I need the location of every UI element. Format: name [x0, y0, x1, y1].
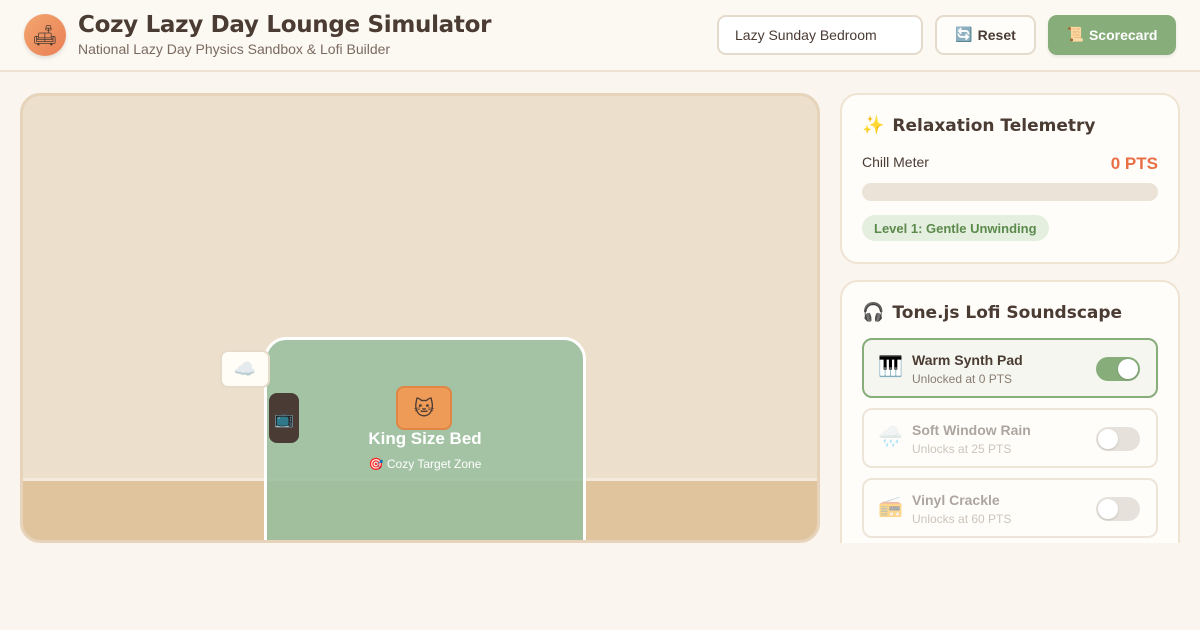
- bed-title: King Size Bed: [368, 429, 482, 448]
- cat-icon[interactable]: 🐱: [396, 386, 452, 430]
- telemetry-title-text: Relaxation Telemetry: [892, 115, 1096, 136]
- toggle-knob: [1118, 359, 1138, 379]
- track-status: Unlocks at 60 PTS: [912, 512, 1012, 526]
- sofa-logo-icon: 🛋: [24, 14, 66, 56]
- scorecard-button[interactable]: 📜 Scorecard: [1048, 15, 1176, 55]
- toggle-knob: [1098, 499, 1118, 519]
- rain-cloud-icon: 🌧️: [878, 424, 903, 448]
- relaxation-telemetry-card: ✨ Relaxation Telemetry Chill Meter 0 PTS…: [840, 93, 1180, 264]
- scene-select[interactable]: Lazy Sunday Bedroom: [717, 15, 923, 55]
- physics-stage[interactable]: 🐱 King Size Bed 🎯 Cozy Target Zone ☁️ 📺: [20, 93, 820, 543]
- app-subtitle: National Lazy Day Physics Sandbox & Lofi…: [78, 41, 391, 57]
- reset-label: Reset: [977, 27, 1016, 43]
- toggle-knob: [1098, 429, 1118, 449]
- tv-icon[interactable]: 📺: [269, 393, 299, 443]
- headphones-icon: 🎧: [862, 302, 885, 323]
- app-title: Cozy Lazy Day Lounge Simulator: [78, 12, 492, 38]
- refresh-icon: 🔄: [955, 27, 973, 43]
- radio-icon: 📻: [878, 494, 903, 518]
- chill-meter-label: Chill Meter: [862, 154, 929, 170]
- chill-points: 0 PTS: [1110, 154, 1158, 173]
- lofi-soundscape-card: 🎧 Tone.js Lofi Soundscape 🎹 Warm Synth P…: [840, 280, 1180, 580]
- track-warm-synth-pad[interactable]: 🎹 Warm Synth Pad Unlocked at 0 PTS: [862, 338, 1158, 398]
- track-name: Soft Window Rain: [912, 422, 1031, 438]
- track-toggle[interactable]: [1096, 497, 1140, 521]
- telemetry-title: ✨ Relaxation Telemetry: [862, 115, 1096, 136]
- soundscape-title: 🎧 Tone.js Lofi Soundscape: [862, 302, 1122, 323]
- level-badge: Level 1: Gentle Unwinding: [862, 215, 1049, 241]
- scorecard-label: Scorecard: [1088, 27, 1158, 43]
- track-vinyl-crackle[interactable]: 📻 Vinyl Crackle Unlocks at 60 PTS: [862, 478, 1158, 538]
- track-status: Unlocked at 0 PTS: [912, 372, 1013, 386]
- piano-icon: 🎹: [878, 354, 903, 378]
- cloud-pillow-icon[interactable]: ☁️: [220, 350, 270, 388]
- page-background: [0, 543, 1200, 630]
- chill-meter-bar: [862, 183, 1158, 201]
- scene-select-value: Lazy Sunday Bedroom: [735, 27, 877, 43]
- track-name: Vinyl Crackle: [912, 492, 1000, 508]
- bed-subtitle: 🎯 Cozy Target Zone: [264, 457, 586, 471]
- reset-button[interactable]: 🔄 Reset: [935, 15, 1036, 55]
- top-header: 🛋 Cozy Lazy Day Lounge Simulator Nationa…: [0, 0, 1200, 72]
- track-toggle[interactable]: [1096, 427, 1140, 451]
- scroll-icon: 📜: [1066, 27, 1084, 43]
- soundscape-title-text: Tone.js Lofi Soundscape: [892, 302, 1123, 323]
- target-icon: 🎯: [368, 457, 384, 471]
- track-toggle[interactable]: [1096, 357, 1140, 381]
- track-status: Unlocks at 25 PTS: [912, 442, 1012, 456]
- bed-subtitle-text: Cozy Target Zone: [386, 457, 482, 471]
- sparkles-icon: ✨: [862, 115, 885, 136]
- track-soft-window-rain[interactable]: 🌧️ Soft Window Rain Unlocks at 25 PTS: [862, 408, 1158, 468]
- track-name: Warm Synth Pad: [912, 352, 1023, 368]
